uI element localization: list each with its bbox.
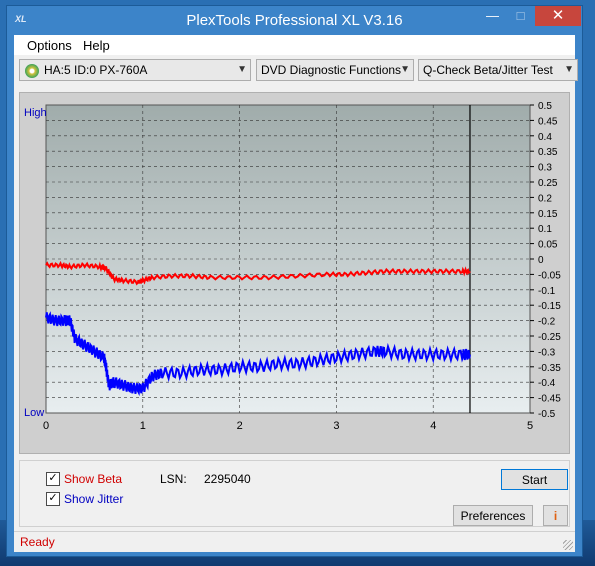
y-tick-label: -0.05 [538, 270, 561, 281]
y-tick-label: 0.3 [538, 163, 552, 174]
title-bar[interactable]: XL PlexTools Professional XL V3.16 — □ ✕ [7, 6, 582, 35]
y-tick-label: 0.4 [538, 132, 552, 143]
y-tick-label: 0.35 [538, 147, 558, 158]
y-tick-label: -0.15 [538, 301, 561, 312]
x-tick-label: 2 [237, 420, 243, 432]
y-tick-label: 0.1 [538, 224, 552, 235]
menu-options[interactable]: Options [27, 38, 72, 53]
y-tick-label: -0.5 [538, 409, 556, 420]
info-button[interactable]: i [543, 505, 568, 526]
y-tick-label: 0.45 [538, 116, 558, 127]
function-select-value: DVD Diagnostic Functions [261, 63, 402, 77]
function-select[interactable]: DVD Diagnostic Functions ▼ [256, 59, 414, 81]
show-jitter-checkbox[interactable]: ✓ [46, 492, 60, 506]
chevron-down-icon: ▼ [400, 64, 410, 75]
lsn-value: 2295040 [204, 472, 251, 486]
drive-select[interactable]: HA:5 ID:0 PX-760A ▼ [19, 59, 251, 81]
x-tick-label: 1 [140, 420, 146, 432]
y-tick-label: -0.45 [538, 394, 561, 405]
menu-bar: Options Help [14, 35, 575, 55]
toolbar: HA:5 ID:0 PX-760A ▼ DVD Diagnostic Funct… [14, 55, 578, 85]
show-beta-checkbox[interactable]: ✓ [46, 472, 60, 486]
x-tick-label: 0 [43, 420, 49, 432]
test-select[interactable]: Q-Check Beta/Jitter Test ▼ [418, 59, 578, 81]
disc-icon [25, 64, 39, 78]
y-tick-label: -0.1 [538, 286, 556, 297]
x-tick-label: 5 [527, 420, 533, 432]
y-tick-label: 0.25 [538, 178, 558, 189]
y-tick-label: 0.2 [538, 193, 552, 204]
y-tick-label: 0.15 [538, 209, 558, 220]
minimize-button[interactable]: — [479, 6, 506, 26]
options-panel: ✓ Show Beta ✓ Show Jitter LSN: 2295040 S… [19, 460, 570, 527]
maximize-button[interactable]: □ [507, 6, 534, 26]
lsn-label: LSN: [160, 472, 187, 486]
close-button[interactable]: ✕ [535, 6, 581, 26]
show-jitter-label: Show Jitter [64, 492, 124, 506]
y-tick-label: -0.2 [538, 317, 556, 328]
high-label: High [24, 107, 47, 119]
status-bar: Ready [14, 531, 575, 552]
resize-grip-icon[interactable] [563, 540, 573, 550]
beta-jitter-chart: 0.5 0.45 0.4 0.35 0.3 0.25 0.2 0.15 0.1 0.05 0 -0.0… [24, 101, 561, 432]
y-tick-label: 0.05 [538, 240, 558, 251]
chart-panel: 0.5 0.45 0.4 0.35 0.3 0.25 0.2 0.15 0.1 0.05 0 -0.0… [19, 92, 570, 454]
drive-select-value: HA:5 ID:0 PX-760A [44, 63, 148, 77]
chevron-down-icon: ▼ [237, 64, 247, 75]
low-label: Low [24, 407, 44, 419]
status-text: Ready [20, 535, 55, 549]
y-tick-label: -0.25 [538, 332, 561, 343]
client-area: Options Help HA:5 ID:0 PX-760A ▼ DVD Dia… [14, 35, 578, 552]
test-select-value: Q-Check Beta/Jitter Test [423, 63, 553, 77]
info-icon: i [553, 509, 558, 523]
y-tick-label: -0.35 [538, 363, 561, 374]
y-tick-label: -0.4 [538, 378, 556, 389]
x-tick-label: 4 [430, 420, 436, 432]
y-tick-label: -0.3 [538, 347, 556, 358]
start-button[interactable]: Start [501, 469, 568, 490]
main-window: XL PlexTools Professional XL V3.16 — □ ✕… [6, 5, 583, 557]
menu-help[interactable]: Help [83, 38, 110, 53]
preferences-button[interactable]: Preferences [453, 505, 533, 526]
chevron-down-icon: ▼ [564, 64, 574, 75]
show-beta-label: Show Beta [64, 472, 123, 486]
y-tick-label: 0 [538, 255, 544, 266]
y-tick-label: 0.5 [538, 101, 552, 112]
x-tick-label: 3 [333, 420, 339, 432]
